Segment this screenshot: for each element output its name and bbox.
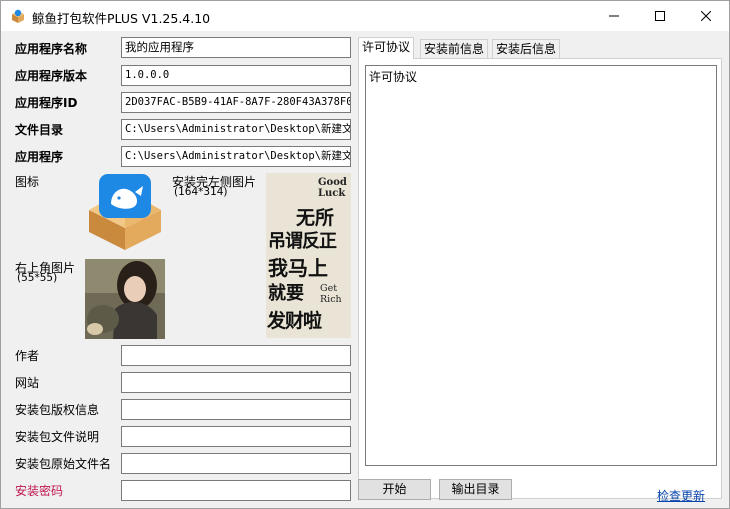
author-label: 作者 — [15, 349, 40, 363]
title-bar: 鲸鱼打包软件PLUS V1.25.4.10 — [1, 1, 729, 31]
license-textarea[interactable]: 许可协议 — [365, 65, 717, 466]
install-left-image[interactable]: Good Luck 无所 吊谓反正 我马上 就要 Get Rich 发财啦 — [266, 173, 351, 338]
minimize-button[interactable] — [591, 1, 637, 31]
app-id-input[interactable]: 2D037FAC-B5B9-41AF-8A7F-280F43A378F0 — [121, 92, 351, 113]
start-button[interactable]: 开始 — [358, 479, 431, 500]
app-program-label: 应用程序 — [15, 150, 64, 164]
window-title: 鲸鱼打包软件PLUS V1.25.4.10 — [32, 11, 211, 26]
minimize-icon — [609, 15, 619, 17]
client-area: 应用程序名称 我的应用程序 应用程序版本 1.0.0.0 应用程序ID 2D03… — [1, 31, 729, 508]
file-dir-input[interactable]: C:\Users\Administrator\Desktop\新建文件夹 — [121, 119, 351, 140]
poster-line-1: Good — [318, 177, 347, 188]
poster-line-9: 发财啦 — [267, 310, 322, 332]
poster-line-8: Rich — [320, 294, 342, 305]
left-image-size: (164*314) — [174, 186, 228, 198]
app-id-label: 应用程序ID — [15, 96, 78, 110]
whale-box-icon[interactable] — [85, 172, 165, 252]
tab-post-install[interactable]: 安装后信息 — [492, 39, 561, 59]
original-filename-label: 安装包原始文件名 — [15, 457, 112, 471]
poster-line-6: 就要 — [268, 283, 304, 304]
author-input[interactable] — [121, 345, 351, 366]
corner-photo-image[interactable] — [85, 259, 165, 339]
check-update-link[interactable]: 检查更新 — [657, 487, 705, 504]
copyright-label: 安装包版权信息 — [15, 403, 100, 417]
file-dir-label: 文件目录 — [15, 123, 64, 137]
tab-pre-install[interactable]: 安装前信息 — [420, 39, 489, 59]
app-version-input[interactable]: 1.0.0.0 — [121, 65, 351, 86]
icon-label: 图标 — [15, 175, 40, 189]
maximize-button[interactable] — [637, 1, 683, 31]
poster-line-2: Luck — [318, 188, 346, 199]
poster-line-4: 吊谓反正 — [268, 231, 337, 252]
poster-line-3: 无所 — [296, 207, 335, 229]
app-window: 鲸鱼打包软件PLUS V1.25.4.10 应用程序名称 我的应用程序 应用程序… — [0, 0, 730, 509]
app-name-input[interactable]: 我的应用程序 — [121, 37, 351, 58]
maximize-icon — [655, 11, 665, 21]
app-name-label: 应用程序名称 — [15, 42, 88, 56]
copyright-input[interactable] — [121, 399, 351, 420]
app-program-input[interactable]: C:\Users\Administrator\Desktop\新建文件夹 — [121, 146, 351, 167]
tab-panel: 许可协议 — [358, 58, 722, 499]
app-box-icon — [12, 9, 24, 23]
close-icon — [701, 11, 711, 21]
poster-line-7: Get — [320, 283, 338, 294]
corner-image-size: (55*55) — [17, 272, 58, 284]
description-label: 安装包文件说明 — [15, 430, 100, 444]
website-label: 网站 — [15, 376, 40, 390]
website-input[interactable] — [121, 372, 351, 393]
original-filename-input[interactable] — [121, 453, 351, 474]
poster-line-5: 我马上 — [268, 256, 328, 280]
app-version-label: 应用程序版本 — [15, 69, 88, 83]
tab-license[interactable]: 许可协议 — [358, 37, 415, 59]
password-label: 安装密码 — [15, 484, 64, 498]
close-button[interactable] — [683, 1, 729, 31]
password-input[interactable] — [121, 480, 351, 501]
description-input[interactable] — [121, 426, 351, 447]
output-dir-button[interactable]: 输出目录 — [439, 479, 512, 500]
